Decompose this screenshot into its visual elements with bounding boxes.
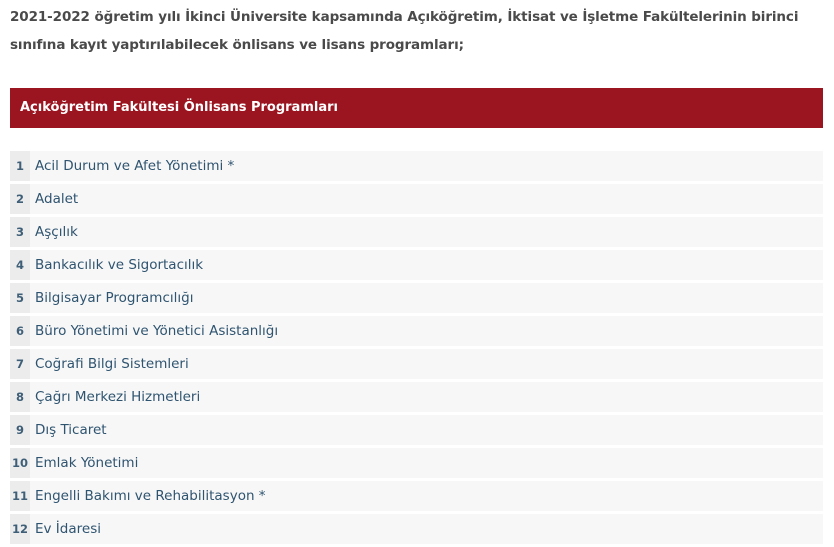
program-row[interactable]: 10 Emlak Yönetimi [10,448,823,478]
program-number: 9 [10,415,30,445]
program-number: 3 [10,217,30,247]
section-title: Açıköğretim Fakültesi Önlisans Programla… [20,100,338,115]
section-header: Açıköğretim Fakültesi Önlisans Programla… [10,88,823,128]
program-number: 7 [10,349,30,379]
program-number: 2 [10,184,30,214]
program-number: 6 [10,316,30,346]
program-number: 1 [10,151,30,181]
program-name[interactable]: Aşçılık [30,217,78,247]
program-row[interactable]: 7 Coğrafi Bilgi Sistemleri [10,349,823,379]
program-row[interactable]: 3 Aşçılık [10,217,823,247]
program-row[interactable]: 4 Bankacılık ve Sigortacılık [10,250,823,280]
program-number: 5 [10,283,30,313]
program-number: 11 [10,481,30,511]
program-list: 1 Acil Durum ve Afet Yönetimi * 2 Adalet… [10,151,823,547]
program-name[interactable]: Emlak Yönetimi [30,448,138,478]
program-name[interactable]: Engelli Bakımı ve Rehabilitasyon * [30,481,266,511]
program-name[interactable]: Çağrı Merkezi Hizmetleri [30,382,200,412]
program-name[interactable]: Büro Yönetimi ve Yönetici Asistanlığı [30,316,278,346]
program-name[interactable]: Coğrafi Bilgi Sistemleri [30,349,189,379]
program-number: 4 [10,250,30,280]
program-row[interactable]: 8 Çağrı Merkezi Hizmetleri [10,382,823,412]
program-row[interactable]: 2 Adalet [10,184,823,214]
program-number: 10 [10,448,30,478]
program-row[interactable]: 9 Dış Ticaret [10,415,823,445]
program-name[interactable]: Acil Durum ve Afet Yönetimi * [30,151,234,181]
program-name[interactable]: Adalet [30,184,78,214]
program-row[interactable]: 6 Büro Yönetimi ve Yönetici Asistanlığı [10,316,823,346]
program-number: 8 [10,382,30,412]
program-name[interactable]: Dış Ticaret [30,415,107,445]
program-row[interactable]: 1 Acil Durum ve Afet Yönetimi * [10,151,823,181]
program-name[interactable]: Bilgisayar Programcılığı [30,283,193,313]
intro-paragraph: 2021-2022 öğretim yılı İkinci Üniversite… [10,9,799,53]
program-name[interactable]: Bankacılık ve Sigortacılık [30,250,203,280]
program-row[interactable]: 11 Engelli Bakımı ve Rehabilitasyon * [10,481,823,511]
program-row[interactable]: 5 Bilgisayar Programcılığı [10,283,823,313]
